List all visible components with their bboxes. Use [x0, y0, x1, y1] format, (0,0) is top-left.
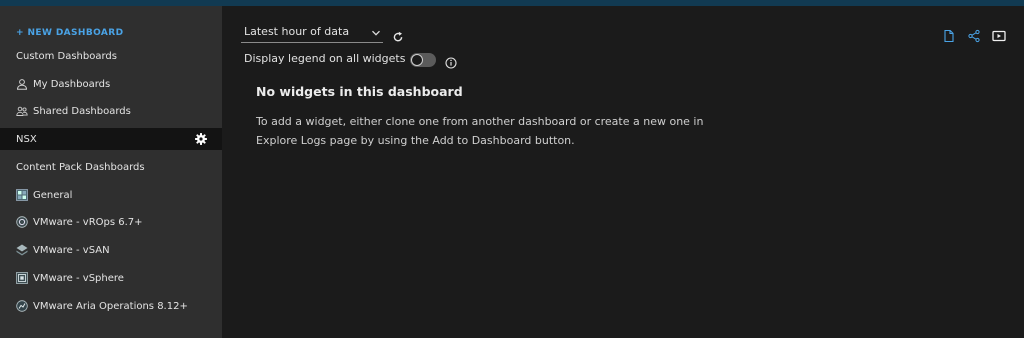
sidebar-item-my-dashboards[interactable]: My Dashboards [0, 73, 222, 95]
users-icon [16, 105, 28, 117]
vrops-icon [16, 216, 28, 228]
custom-dashboards-header: Custom Dashboards [16, 51, 117, 62]
toggle-knob [411, 54, 423, 66]
sidebar-item-label: VMware - vSAN [33, 244, 110, 256]
content-pack-dashboards-header: Content Pack Dashboards [16, 162, 145, 173]
vsan-icon [16, 244, 28, 256]
sidebar-item-label: VMware - vSphere [33, 272, 124, 284]
document-icon[interactable] [942, 28, 956, 43]
sidebar-item-nsx[interactable]: NSX [0, 128, 222, 150]
sidebar-item-aria-operations[interactable]: VMware Aria Operations 8.12+ [0, 295, 222, 317]
sidebar-item-vsan[interactable]: VMware - vSAN [0, 239, 222, 261]
new-dashboard-button[interactable]: + NEW DASHBOARD [16, 28, 124, 38]
sidebar-item-shared-dashboards[interactable]: Shared Dashboards [0, 100, 222, 122]
sidebar-item-label: VMware Aria Operations 8.12+ [33, 300, 188, 312]
share-icon[interactable] [967, 28, 981, 43]
dashboard-main: Latest hour of data Display legend on al… [222, 6, 1024, 338]
time-range-select[interactable]: Latest hour of data [241, 25, 383, 43]
empty-state-message: To add a widget, either clone one from a… [256, 115, 704, 147]
presentation-mode-icon[interactable] [992, 28, 1006, 42]
refresh-icon[interactable] [392, 28, 404, 42]
legend-toggle[interactable] [410, 53, 436, 67]
sidebar-item-general[interactable]: General [0, 184, 222, 206]
legend-toggle-label: Display legend on all widgets [244, 52, 406, 65]
chevron-down-icon [371, 28, 381, 41]
sidebar-item-vsphere[interactable]: VMware - vSphere [0, 267, 222, 289]
info-icon[interactable] [445, 54, 457, 69]
sidebar-item-label: NSX [16, 133, 37, 145]
sidebar-item-label: Shared Dashboards [33, 105, 131, 117]
time-range-value: Latest hour of data [244, 25, 350, 38]
sidebar-item-label: VMware - vROps 6.7+ [33, 216, 143, 228]
user-icon [16, 78, 28, 90]
gear-icon[interactable] [194, 132, 208, 146]
sidebar-item-vrops[interactable]: VMware - vROps 6.7+ [0, 211, 222, 233]
aria-ops-icon [16, 300, 28, 312]
sidebar: + NEW DASHBOARD Custom Dashboards My Das… [0, 6, 222, 338]
empty-state-title: No widgets in this dashboard [256, 84, 463, 99]
vsphere-icon [16, 272, 28, 284]
sidebar-item-label: General [33, 189, 73, 201]
grid-icon [16, 189, 28, 201]
sidebar-item-label: My Dashboards [33, 78, 111, 90]
